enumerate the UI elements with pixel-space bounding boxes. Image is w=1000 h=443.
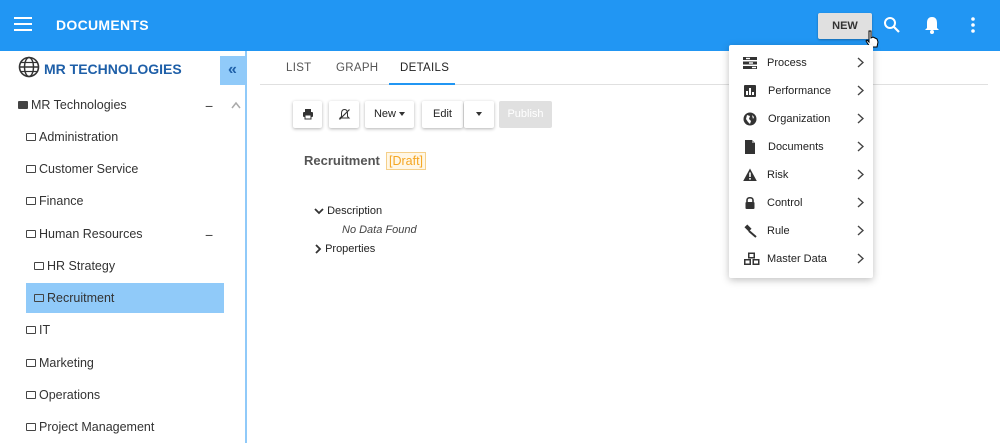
tree-item-human-resources[interactable]: Human Resources xyxy=(26,219,143,249)
chevron-right-icon xyxy=(315,244,322,254)
tree-item-project-management[interactable]: Project Management xyxy=(26,412,154,442)
folder-icon xyxy=(26,164,36,173)
menu-icon[interactable] xyxy=(14,17,32,31)
chevron-right-icon xyxy=(857,113,864,124)
menu-item-performance[interactable]: Performance xyxy=(729,77,873,105)
notifications-off-button[interactable] xyxy=(329,101,359,128)
caret-down-icon xyxy=(399,112,405,117)
sidebar: MR TECHNOLOGIES « MR Technologies − Admi… xyxy=(0,51,247,443)
publish-button[interactable]: Publish xyxy=(499,101,552,128)
tab-graph[interactable]: GRAPH xyxy=(336,62,378,74)
chevron-right-icon xyxy=(857,85,864,96)
description-section-toggle[interactable]: Description xyxy=(314,205,382,217)
collapse-node-icon[interactable]: − xyxy=(205,227,213,243)
org-title: MR TECHNOLOGIES xyxy=(44,61,182,77)
edit-dropdown-button[interactable] xyxy=(464,101,494,128)
chevron-right-icon xyxy=(857,169,864,180)
tree-item-administration[interactable]: Administration xyxy=(26,122,118,152)
folder-icon xyxy=(26,358,36,367)
cubes-icon xyxy=(744,252,760,265)
process-icon xyxy=(743,57,757,69)
menu-item-organization[interactable]: Organization xyxy=(729,105,873,133)
document-icon xyxy=(745,140,755,154)
chevron-down-icon xyxy=(314,208,324,215)
menu-item-risk[interactable]: Risk xyxy=(729,161,873,189)
scroll-up-icon[interactable] xyxy=(231,101,241,109)
more-vert-icon[interactable] xyxy=(963,15,983,35)
lock-icon xyxy=(745,196,755,209)
tree-item-operations[interactable]: Operations xyxy=(26,380,100,410)
tree-item-customer-service[interactable]: Customer Service xyxy=(26,154,138,184)
folder-icon xyxy=(26,229,36,238)
tree-item-mr-technologies[interactable]: MR Technologies xyxy=(18,90,127,120)
tree-item-hr-strategy[interactable]: HR Strategy xyxy=(34,251,115,281)
properties-section-toggle[interactable]: Properties xyxy=(314,243,375,255)
tab-list[interactable]: LIST xyxy=(286,62,312,74)
no-data-text: No Data Found xyxy=(342,224,417,236)
print-button[interactable] xyxy=(293,101,322,128)
document-title: Recruitment xyxy=(304,153,380,168)
folder-icon xyxy=(26,390,36,399)
globe-icon xyxy=(18,56,40,78)
top-bar: DOCUMENTS NEW xyxy=(0,0,1000,51)
globe-icon xyxy=(743,112,757,126)
folder-icon xyxy=(26,196,36,205)
tab-bar: LIST GRAPH DETAILS xyxy=(260,51,988,85)
menu-item-process[interactable]: Process xyxy=(729,49,873,77)
caret-down-icon xyxy=(476,112,482,117)
chart-icon xyxy=(744,85,756,97)
chevron-right-icon xyxy=(857,197,864,208)
app-title: DOCUMENTS xyxy=(56,17,149,33)
print-icon xyxy=(302,109,313,120)
folder-icon xyxy=(26,422,36,431)
tree-item-it[interactable]: IT xyxy=(26,315,50,345)
new-dropdown-button[interactable]: New xyxy=(365,101,414,128)
tree-item-finance[interactable]: Finance xyxy=(26,186,83,216)
new-dropdown-menu: Process Performance Organization Documen… xyxy=(729,45,873,278)
bell-off-icon xyxy=(338,108,350,120)
menu-item-rule[interactable]: Rule xyxy=(729,217,873,245)
menu-item-documents[interactable]: Documents xyxy=(729,133,873,161)
warning-icon xyxy=(743,168,757,181)
org-header: MR TECHNOLOGIES xyxy=(0,51,220,85)
chevron-right-icon xyxy=(857,225,864,236)
menu-item-master-data[interactable]: Master Data xyxy=(729,245,873,273)
briefcase-icon xyxy=(18,100,28,109)
search-icon[interactable] xyxy=(882,15,902,35)
chevron-right-icon xyxy=(857,141,864,152)
edit-button[interactable]: Edit xyxy=(422,101,463,128)
collapse-node-icon[interactable]: − xyxy=(205,98,213,114)
menu-item-control[interactable]: Control xyxy=(729,189,873,217)
folder-icon xyxy=(26,325,36,334)
tree-item-marketing[interactable]: Marketing xyxy=(26,348,94,378)
tree-item-recruitment[interactable]: Recruitment xyxy=(26,283,224,313)
bell-icon[interactable] xyxy=(922,15,942,35)
status-badge: [Draft] xyxy=(386,152,427,170)
gavel-icon xyxy=(744,224,757,238)
chevron-right-icon xyxy=(857,57,864,68)
active-tab-indicator xyxy=(389,83,455,85)
folder-icon xyxy=(26,132,36,141)
folder-icon xyxy=(34,293,44,302)
collapse-sidebar-button[interactable]: « xyxy=(220,56,245,85)
chevron-right-icon xyxy=(857,253,864,264)
tab-details[interactable]: DETAILS xyxy=(400,62,449,74)
folder-icon xyxy=(34,261,44,270)
